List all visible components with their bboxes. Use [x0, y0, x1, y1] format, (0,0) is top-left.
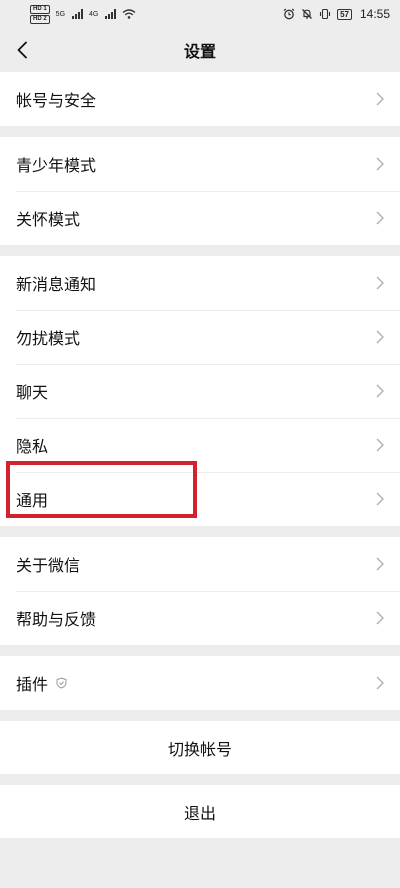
network-type-1: 5G — [55, 10, 66, 18]
chevron-right-icon — [376, 330, 384, 344]
setting-label: 关于微信 — [16, 556, 81, 575]
chevron-right-icon — [376, 384, 384, 398]
back-button[interactable] — [10, 36, 34, 64]
settings-group-account: 帐号与安全 — [0, 72, 400, 126]
logout-button[interactable]: 退出 — [0, 785, 400, 838]
setting-row-teen-mode[interactable]: 青少年模式 — [0, 137, 400, 191]
settings-group-modes: 青少年模式 关怀模式 — [0, 137, 400, 245]
setting-label: 通用 — [16, 491, 49, 510]
chevron-right-icon — [376, 611, 384, 625]
chevron-right-icon — [376, 157, 384, 171]
settings-group-plugins: 插件 — [0, 656, 400, 710]
wifi-icon — [122, 9, 136, 19]
logout-label: 退出 — [183, 803, 216, 823]
clock: 14:55 — [359, 7, 390, 21]
status-bar-left: HD 1 HD 2 5G 4G — [30, 4, 136, 24]
battery-indicator: 57 — [337, 8, 352, 20]
setting-row-account-security[interactable]: 帐号与安全 — [0, 72, 400, 126]
settings-group-general: 新消息通知 勿扰模式 聊天 隐私 通用 — [0, 256, 400, 526]
status-bar-right: 57 14:55 — [283, 7, 390, 21]
setting-label: 隐私 — [16, 437, 49, 456]
setting-row-care-mode[interactable]: 关怀模式 — [0, 191, 400, 245]
page-title: 设置 — [183, 42, 216, 61]
setting-row-notifications[interactable]: 新消息通知 — [0, 256, 400, 310]
settings-group-about: 关于微信 帮助与反馈 — [0, 537, 400, 645]
alarm-icon — [283, 8, 295, 20]
hd-indicators: HD 1 HD 2 — [30, 4, 50, 24]
mute-icon — [302, 9, 313, 19]
nav-header: 设置 — [0, 28, 400, 72]
chevron-right-icon — [376, 557, 384, 571]
signal-icon-1 — [72, 9, 84, 19]
setting-row-chat[interactable]: 聊天 — [0, 364, 400, 418]
setting-row-about-wechat[interactable]: 关于微信 — [0, 537, 400, 591]
setting-label: 帐号与安全 — [16, 91, 97, 110]
setting-row-general[interactable]: 通用 — [0, 472, 400, 526]
hd1-badge: HD 1 — [30, 4, 50, 14]
status-bar: HD 1 HD 2 5G 4G 57 14:55 — [0, 0, 400, 28]
switch-account-button[interactable]: 切换帐号 — [0, 721, 400, 774]
network-type-2: 4G — [89, 10, 99, 18]
setting-label: 新消息通知 — [16, 275, 97, 294]
chevron-right-icon — [376, 92, 384, 106]
setting-label: 青少年模式 — [16, 156, 97, 175]
chevron-left-icon — [17, 41, 27, 59]
chevron-right-icon — [376, 276, 384, 290]
setting-label: 勿扰模式 — [16, 329, 81, 348]
setting-label: 帮助与反馈 — [16, 610, 97, 629]
chevron-right-icon — [376, 676, 384, 690]
setting-label: 关怀模式 — [16, 210, 81, 229]
vibrate-icon — [320, 8, 331, 20]
setting-label: 插件 — [16, 675, 49, 694]
hd2-badge: HD 2 — [30, 14, 50, 24]
setting-label: 聊天 — [16, 383, 49, 402]
chevron-right-icon — [376, 211, 384, 225]
chevron-right-icon — [376, 438, 384, 452]
setting-row-plugins[interactable]: 插件 — [0, 656, 400, 710]
switch-account-label: 切换帐号 — [167, 739, 232, 759]
shield-icon — [56, 677, 67, 689]
setting-row-privacy[interactable]: 隐私 — [0, 418, 400, 472]
setting-row-help-feedback[interactable]: 帮助与反馈 — [0, 591, 400, 645]
setting-row-do-not-disturb[interactable]: 勿扰模式 — [0, 310, 400, 364]
signal-icon-2 — [105, 9, 117, 19]
chevron-right-icon — [376, 492, 384, 506]
